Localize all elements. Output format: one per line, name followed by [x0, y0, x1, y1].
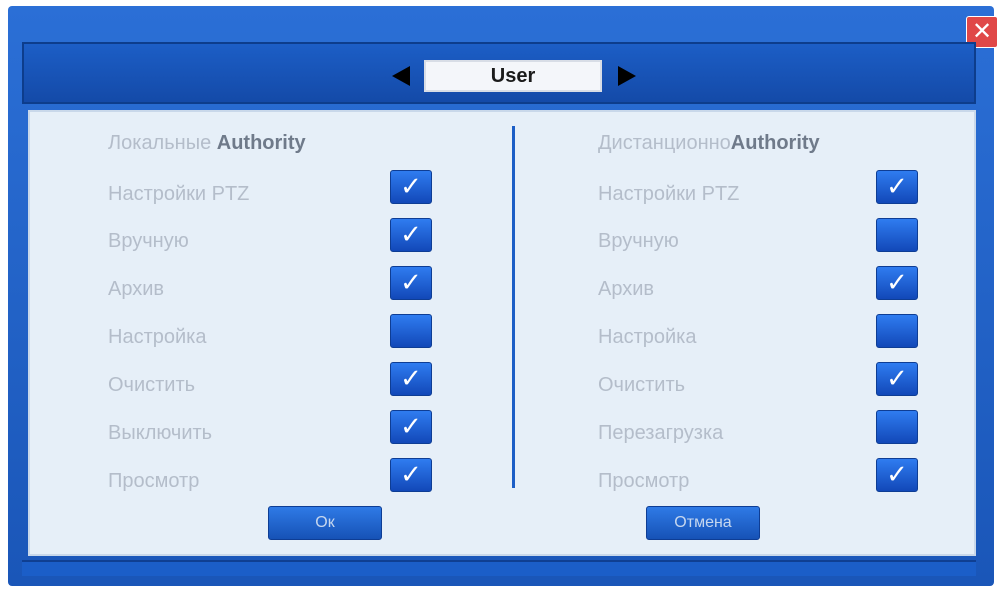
check-icon: ✓ [400, 364, 422, 394]
local-item-archive-label: Архив [108, 278, 165, 300]
remote-reboot-checkbox[interactable] [876, 410, 918, 444]
remote-item-archive-label: Архив [598, 278, 655, 300]
local-setup-checkbox[interactable] [390, 314, 432, 348]
local-archive-checkbox[interactable]: ✓ [390, 266, 432, 300]
remote-ptz-checkbox[interactable]: ✓ [876, 170, 918, 204]
remote-setup-checkbox[interactable] [876, 314, 918, 348]
remote-clear-checkbox[interactable]: ✓ [876, 362, 918, 396]
local-shutdown-checkbox[interactable]: ✓ [390, 410, 432, 444]
local-item-manual-label: Вручную [108, 230, 189, 252]
remote-item-reboot-label: Перезагрузка [598, 422, 724, 444]
local-ptz-checkbox[interactable]: ✓ [390, 170, 432, 204]
local-item-ptz-label: Настройки PTZ [108, 183, 250, 205]
check-icon: ✓ [400, 220, 422, 250]
local-clear-checkbox[interactable]: ✓ [390, 362, 432, 396]
remote-heading-prefix: Дистанционно [598, 132, 731, 154]
check-icon: ✓ [886, 172, 908, 202]
remote-manual-checkbox[interactable] [876, 218, 918, 252]
remote-view-checkbox[interactable]: ✓ [876, 458, 918, 492]
column-divider [512, 126, 515, 488]
local-item-shutdown-label: Выключить [108, 422, 213, 444]
ok-button[interactable]: Ок [268, 506, 382, 540]
remote-item-clear-label: Очистить [598, 374, 686, 396]
local-manual-checkbox[interactable]: ✓ [390, 218, 432, 252]
local-authority-heading: Локальные Authority [108, 132, 306, 155]
check-icon: ✓ [400, 268, 422, 298]
remote-archive-checkbox[interactable]: ✓ [876, 266, 918, 300]
remote-item-ptz-label: Настройки PTZ [598, 183, 740, 205]
remote-item-manual-label: Вручную [598, 230, 679, 252]
check-icon: ✓ [400, 412, 422, 442]
local-item-view-label: Просмотр [108, 470, 200, 492]
check-icon: ✓ [400, 460, 422, 490]
remote-heading-bold: Authority [730, 132, 820, 154]
cancel-button[interactable]: Отмена [646, 506, 760, 540]
check-icon: ✓ [886, 364, 908, 394]
close-icon: ✕ [971, 17, 993, 45]
arrow-left-icon[interactable] [392, 66, 410, 86]
bottom-bar [22, 560, 976, 576]
arrow-right-icon[interactable] [618, 66, 636, 86]
check-icon: ✓ [886, 268, 908, 298]
remote-item-setup-label: Настройка [598, 326, 697, 348]
remote-authority-heading: ДистанционноAuthority [598, 132, 820, 155]
local-heading-bold: Authority [216, 132, 306, 154]
remote-item-view-label: Просмотр [598, 470, 690, 492]
local-item-setup-label: Настройка [108, 326, 207, 348]
check-icon: ✓ [400, 172, 422, 202]
local-item-clear-label: Очистить [108, 374, 196, 396]
local-view-checkbox[interactable]: ✓ [390, 458, 432, 492]
user-selector[interactable]: User [424, 60, 602, 92]
local-heading-prefix: Локальные [108, 132, 217, 154]
check-icon: ✓ [886, 460, 908, 490]
